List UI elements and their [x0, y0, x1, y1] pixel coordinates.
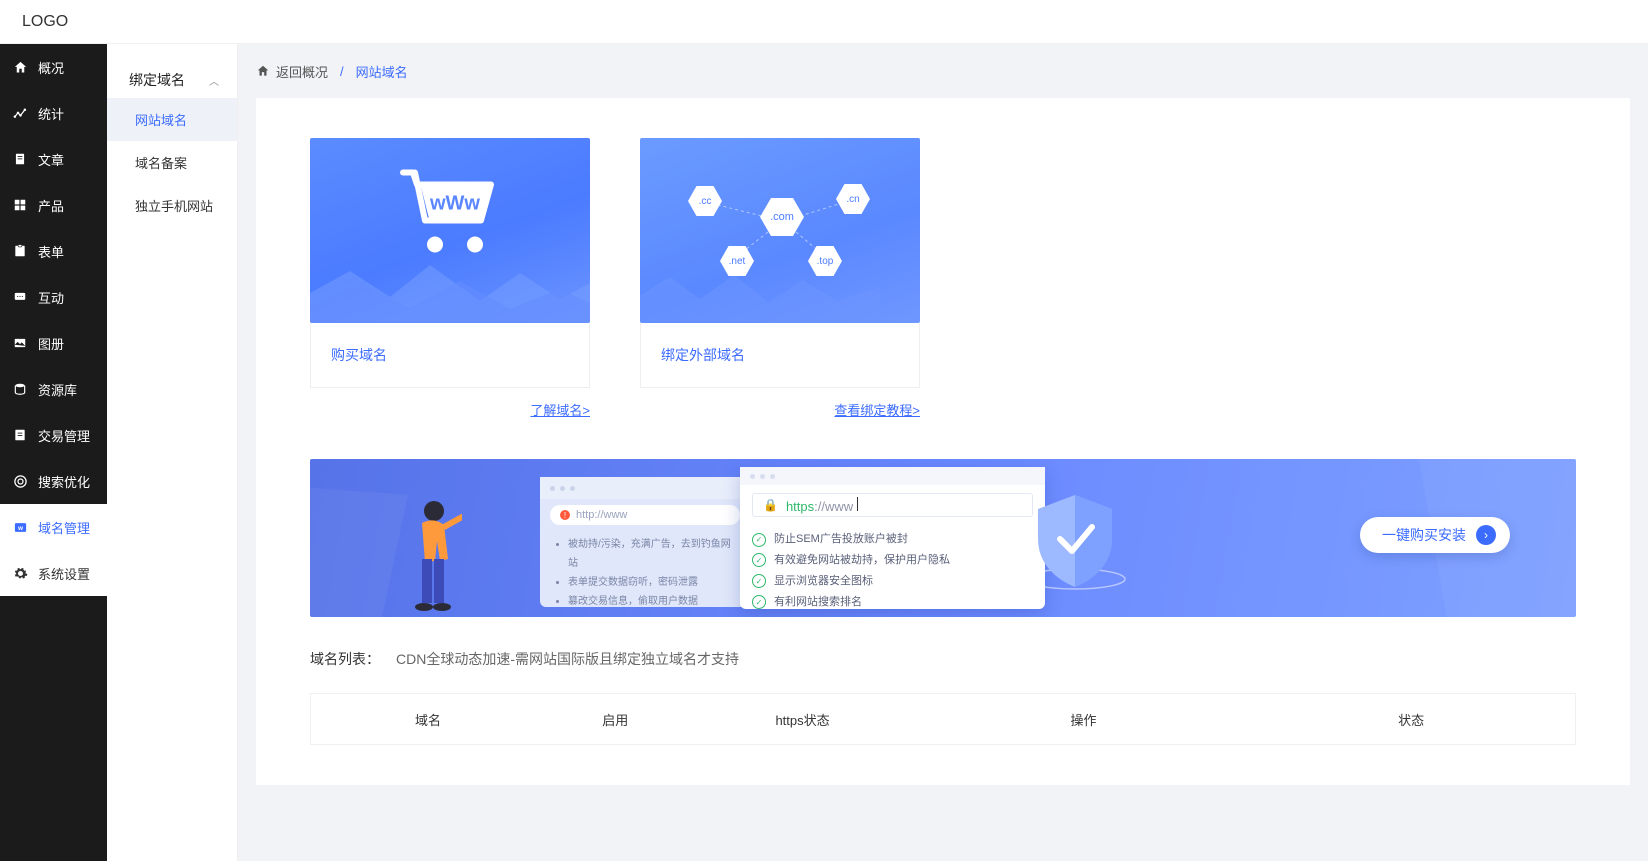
nav-gallery[interactable]: 图册 [0, 320, 107, 366]
cart-www-icon: wWw [395, 166, 505, 265]
home-icon [12, 59, 28, 75]
domain-icon: w [12, 519, 28, 535]
lock-icon: 🔒 [763, 498, 778, 512]
card-bind-domain: .cc .com .cn .net .top 绑定外部域名 查看绑定教程> [640, 138, 920, 419]
col-enable: 启用 [545, 710, 685, 729]
logo: LOGO [22, 13, 68, 31]
warning-icon: ! [560, 510, 570, 520]
domain-table: 域名 启用 https状态 操作 状态 [310, 693, 1576, 745]
col-https: https状态 [686, 710, 920, 729]
nav-domain[interactable]: w域名管理 [0, 504, 107, 550]
nav-trade[interactable]: 交易管理 [0, 412, 107, 458]
breadcrumb-back[interactable]: 返回概况 [256, 62, 328, 81]
nav-interact[interactable]: 互动 [0, 274, 107, 320]
nav-resources[interactable]: 资源库 [0, 366, 107, 412]
shield-icon [1020, 487, 1130, 597]
link-learn-domain[interactable]: 了解域名> [530, 403, 590, 418]
chevron-up-icon: ︿ [209, 73, 219, 88]
card-bind-image: .cc .com .cn .net .top [640, 138, 920, 323]
nav-overview[interactable]: 概况 [0, 44, 107, 90]
content-area: 返回概况 / 网站域名 wWw 购买域名 了解域名> [238, 44, 1648, 861]
link-bind-tutorial[interactable]: 查看绑定教程> [834, 403, 920, 418]
https-browser: 🔒 https://www 防止SEM广告投放账户被封 有效避免网站被劫持，保护… [740, 467, 1045, 609]
card-buy-image: wWw [310, 138, 590, 323]
domain-list-header: 域名列表： CDN全球动态加速-需网站国际版且绑定独立域名才支持 [310, 649, 1576, 669]
image-icon [12, 335, 28, 351]
svg-text:wWw: wWw [429, 192, 480, 214]
secondary-sidebar: 绑定域名 ︿ 网站域名 域名备案 独立手机网站 [107, 44, 238, 861]
nav-forms[interactable]: 表单 [0, 228, 107, 274]
nav-seo[interactable]: 搜索优化 [0, 458, 107, 504]
breadcrumb: 返回概况 / 网站域名 [238, 44, 1648, 98]
nav-stats[interactable]: 统计 [0, 90, 107, 136]
person-icon [400, 497, 462, 617]
gear-icon [12, 565, 28, 581]
doc-icon [12, 151, 28, 167]
chart-icon [12, 105, 28, 121]
db-icon [12, 381, 28, 397]
chat-icon [12, 289, 28, 305]
primary-sidebar: 概况 统计 文章 产品 表单 互动 图册 资源库 交易管理 搜索优化 w域名管理… [0, 44, 107, 861]
grid-icon [12, 197, 28, 213]
arrow-right-icon: › [1476, 525, 1496, 545]
svg-text:w: w [17, 525, 23, 532]
col-domain: 域名 [311, 710, 545, 729]
subnav-domain-filing[interactable]: 域名备案 [107, 141, 237, 184]
home-icon [256, 64, 270, 78]
col-status: 状态 [1247, 710, 1575, 729]
col-action: 操作 [920, 710, 1248, 729]
seo-icon [12, 473, 28, 489]
nav-articles[interactable]: 文章 [0, 136, 107, 182]
trade-icon [12, 427, 28, 443]
form-icon [12, 243, 28, 259]
nav-products[interactable]: 产品 [0, 182, 107, 228]
https-banner: !http://www 被劫持/污染，充满广告，去到钓鱼网站 表单提交数据窃听，… [310, 459, 1576, 617]
subnav-group[interactable]: 绑定域名 ︿ [107, 70, 237, 98]
http-browser: !http://www 被劫持/污染，充满广告，去到钓鱼网站 表单提交数据窃听，… [540, 477, 750, 607]
card-bind-title[interactable]: 绑定外部域名 [640, 323, 920, 388]
nav-settings[interactable]: 系统设置 [0, 550, 107, 596]
card-buy-domain: wWw 购买域名 了解域名> [310, 138, 590, 419]
card-buy-title[interactable]: 购买域名 [310, 323, 590, 388]
breadcrumb-current: 网站域名 [356, 62, 408, 81]
subnav-mobile-site[interactable]: 独立手机网站 [107, 184, 237, 227]
subnav-site-domain[interactable]: 网站域名 [107, 98, 237, 141]
install-button[interactable]: 一键购买安装 › [1360, 517, 1510, 553]
